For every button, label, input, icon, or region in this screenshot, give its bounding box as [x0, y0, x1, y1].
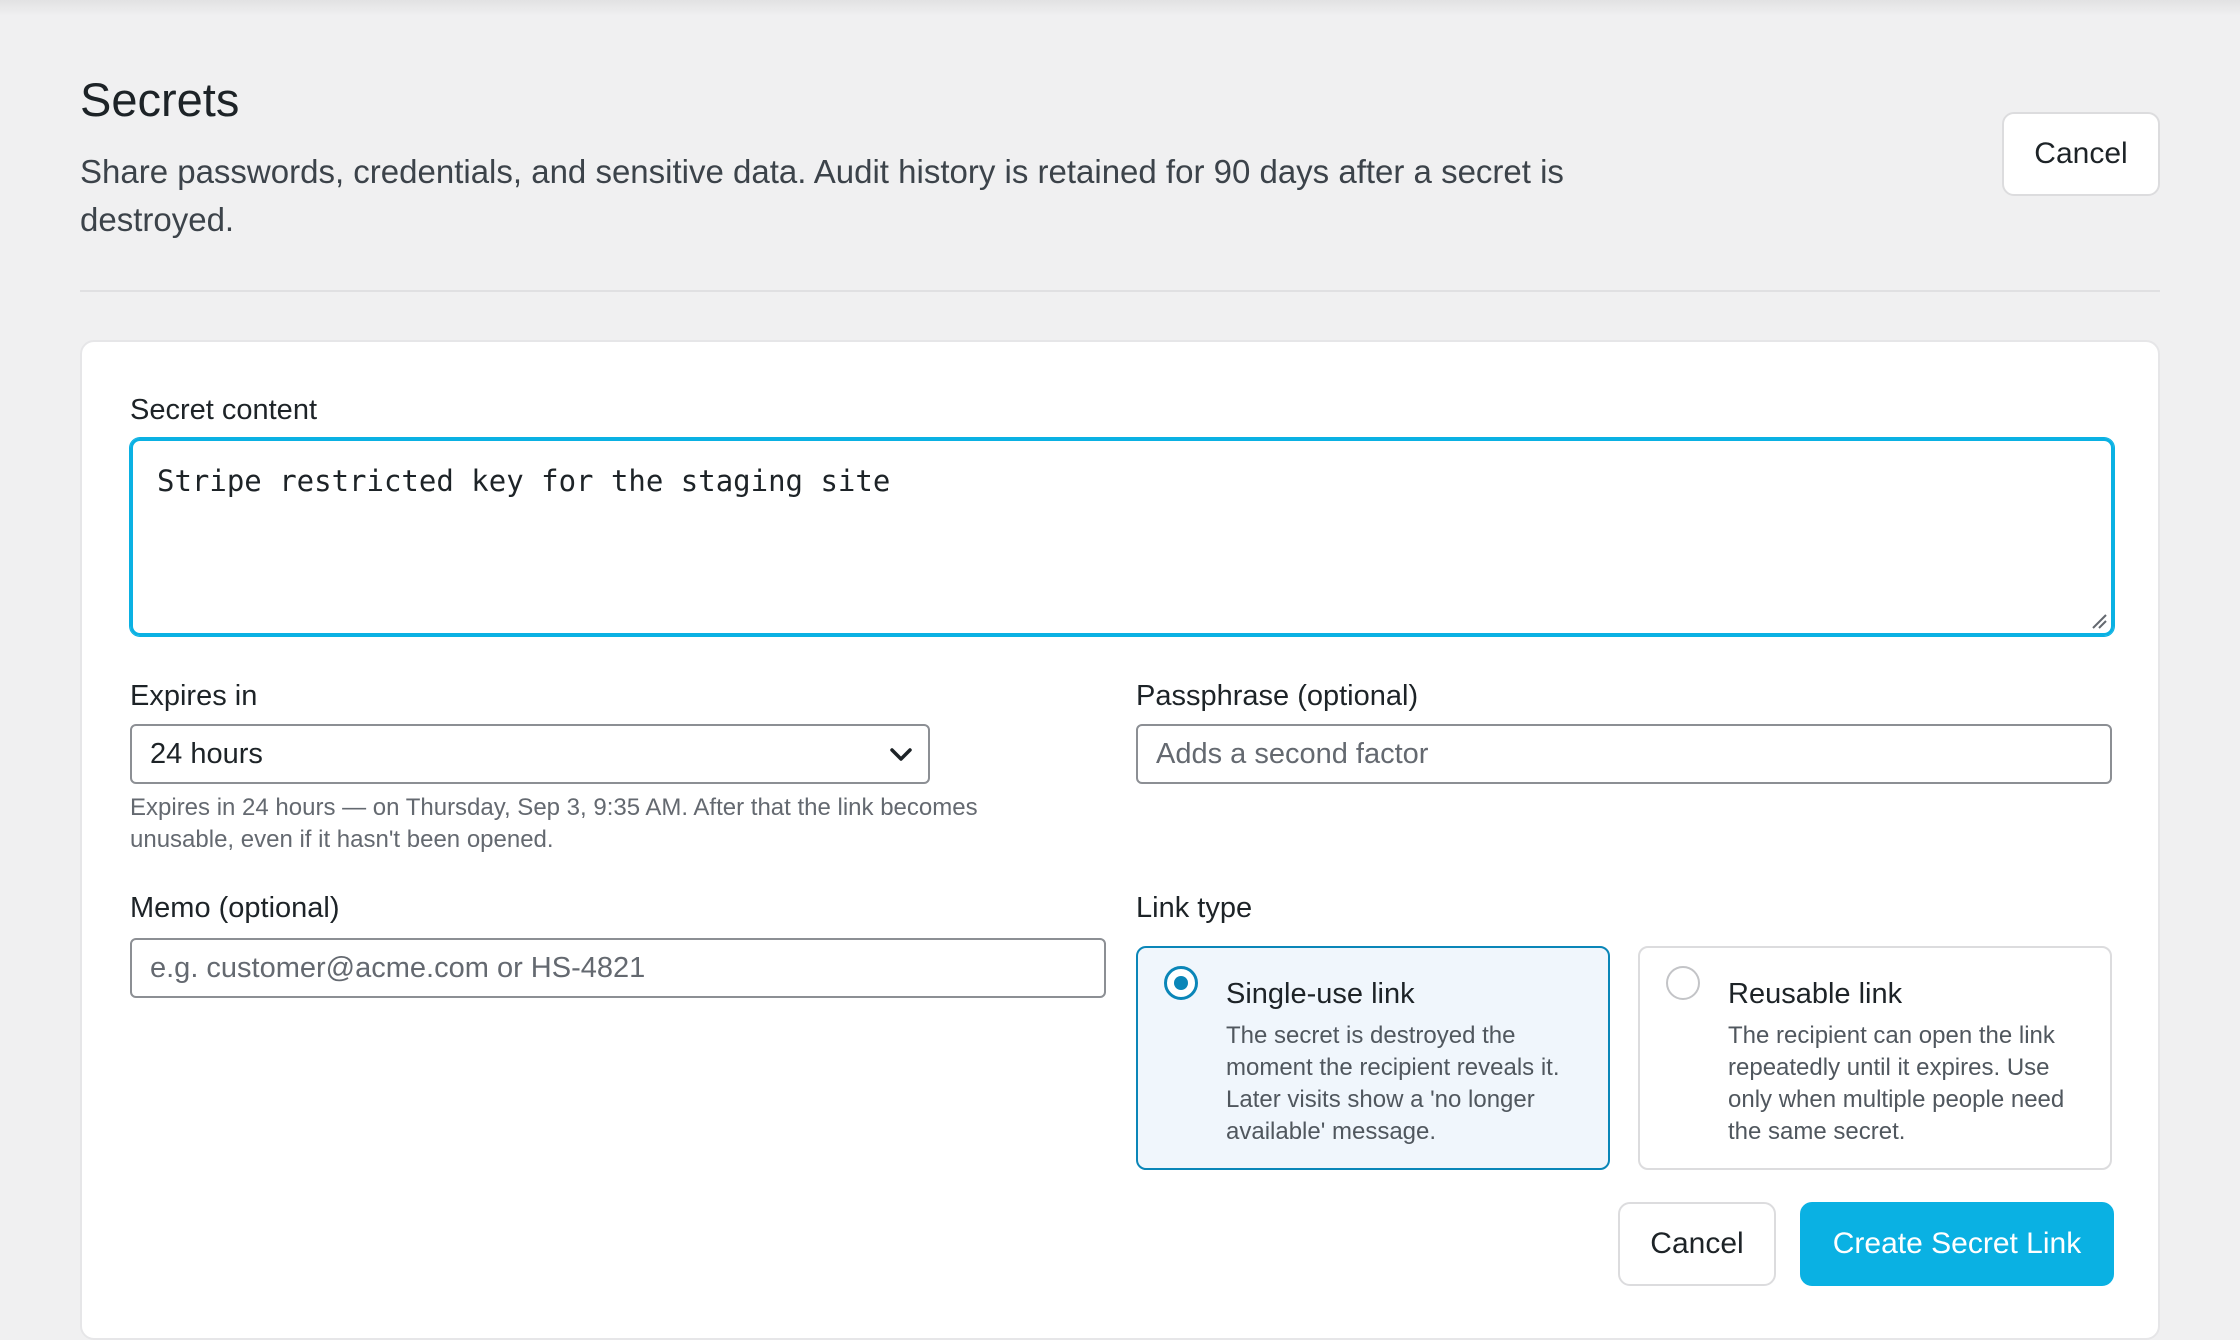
link-type-label: Link type	[1136, 892, 1253, 924]
expires-help-text: Expires in 24 hours — on Thursday, Sep 3…	[130, 794, 978, 853]
secrets-page: Secrets Share passwords, credentials, an…	[0, 0, 2240, 1340]
expires-select[interactable]: 24 hours	[130, 724, 930, 784]
secret-form-card: Secret content Stripe restricted key for…	[80, 340, 2160, 1340]
radio-unselected-icon[interactable]	[1666, 966, 1700, 1000]
page-title: Secrets	[80, 73, 240, 126]
create-secret-link-button[interactable]: Create Secret Link	[1800, 1202, 2114, 1286]
radio-selected-icon[interactable]	[1164, 966, 1198, 1000]
memo-placeholder: e.g. customer@acme.com or HS-4821	[150, 951, 646, 984]
expires-selected-value: 24 hours	[150, 737, 263, 770]
page-description: Share passwords, credentials, and sensit…	[80, 153, 1564, 238]
expires-label: Expires in	[130, 680, 258, 712]
secret-content-label: Secret content	[130, 394, 317, 426]
passphrase-input[interactable]: Adds a second factor	[1136, 724, 2112, 784]
footer-cancel-button[interactable]: Cancel	[1618, 1202, 1776, 1286]
option-title: Reusable link	[1728, 978, 1903, 1010]
option-description: The secret is destroyed the moment the r…	[1226, 1022, 1560, 1145]
secret-content-value: Stripe restricted key for the staging si…	[157, 464, 891, 498]
chevron-down-icon	[890, 748, 912, 761]
link-type-option-single-use[interactable]: Single-use link The secret is destroyed …	[1136, 946, 1610, 1170]
passphrase-label: Passphrase (optional)	[1136, 680, 1419, 712]
header-cancel-button[interactable]: Cancel	[2002, 112, 2160, 196]
link-type-option-reusable[interactable]: Reusable link The recipient can open the…	[1638, 946, 2112, 1170]
option-title: Single-use link	[1226, 978, 1415, 1010]
passphrase-placeholder: Adds a second factor	[1156, 737, 1429, 770]
memo-input[interactable]: e.g. customer@acme.com or HS-4821	[130, 938, 1106, 998]
page-header: Secrets Share passwords, credentials, an…	[80, 70, 2160, 290]
top-shadow	[0, 0, 2240, 16]
memo-label: Memo (optional)	[130, 892, 340, 924]
resize-handle-icon[interactable]	[2089, 611, 2107, 629]
option-description: The recipient can open the link repeated…	[1728, 1022, 2065, 1145]
header-divider	[80, 290, 2160, 292]
secret-content-textarea[interactable]: Stripe restricted key for the staging si…	[130, 438, 2114, 636]
